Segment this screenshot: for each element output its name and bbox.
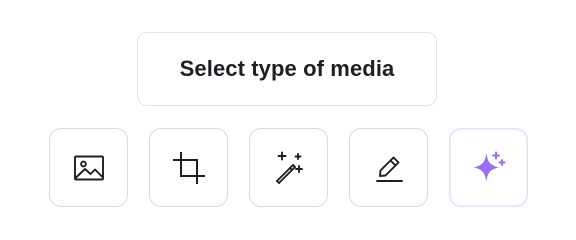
image-button[interactable] [49,128,128,207]
crop-icon [171,150,207,186]
magic-wand-button[interactable] [249,128,328,207]
media-type-tooltip: Select type of media [137,32,437,106]
edit-button[interactable] [349,128,428,207]
crop-button[interactable] [149,128,228,207]
magic-wand-icon [271,150,307,186]
tooltip-label: Select type of media [179,56,395,81]
sparkle-icon [471,150,507,186]
pencil-icon [371,150,407,186]
image-icon [71,150,107,186]
ai-sparkle-button[interactable] [449,128,528,207]
